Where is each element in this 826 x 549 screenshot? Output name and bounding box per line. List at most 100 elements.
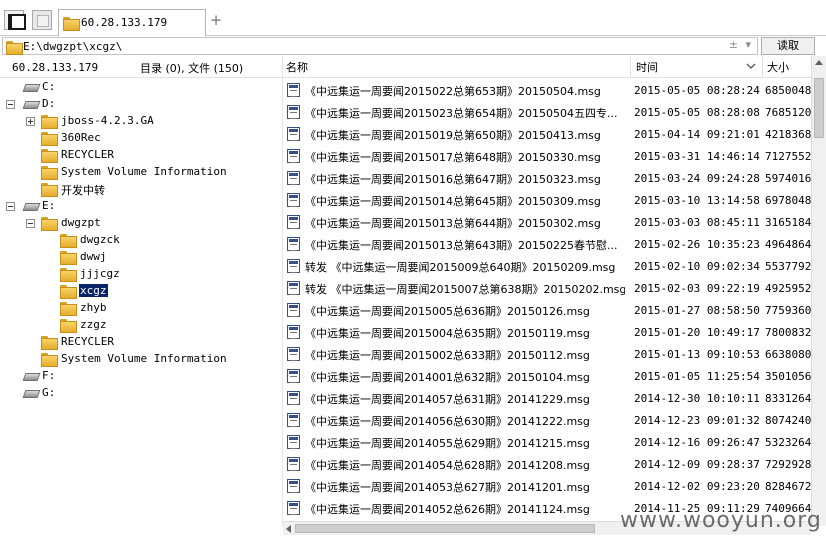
- file-row[interactable]: 《中远集运一周要闻2015002总633期》20150112.msg 2015-0…: [283, 343, 811, 365]
- msg-file-icon: [287, 193, 300, 207]
- msg-file-icon: [287, 391, 300, 405]
- scroll-thumb[interactable]: [814, 78, 824, 138]
- file-size: 7127552: [765, 150, 811, 163]
- file-time: 2015-01-05 11:25:54: [634, 370, 760, 383]
- msg-file-icon: [287, 303, 300, 317]
- file-name: 转发 《中远集运一周要闻2015007总第638期》20150202.msg: [305, 283, 625, 296]
- file-size: 6638080: [765, 348, 811, 361]
- vertical-scrollbar[interactable]: [811, 56, 826, 526]
- file-time: 2015-02-26 10:35:23: [634, 238, 760, 251]
- selected-folder-label: xcgz: [79, 284, 108, 297]
- file-row[interactable]: 《中远集运一周要闻2014057总631期》20141229.msg 2014-1…: [283, 387, 811, 409]
- file-row[interactable]: 转发 《中远集运一周要闻2015007总第638期》20150202.msg 20…: [283, 277, 811, 299]
- file-name: 《中远集运一周要闻2015017总第648期》20150330.msg: [305, 151, 601, 164]
- msg-file-icon: [287, 413, 300, 427]
- file-row[interactable]: 转发 《中远集运一周要闻2015009总640期》20150209.msg 201…: [283, 255, 811, 277]
- msg-file-icon: [287, 457, 300, 471]
- msg-file-icon: [287, 347, 300, 361]
- drive-icon: [24, 371, 38, 381]
- collapse-icon[interactable]: [6, 100, 15, 109]
- file-name: 《中远集运一周要闻2014054总628期》20141208.msg: [305, 459, 590, 472]
- file-size: 7759360: [765, 304, 811, 317]
- file-size: 6978048: [765, 194, 811, 207]
- file-list: 《中远集运一周要闻2015022总第653期》20150504.msg 2015-…: [283, 79, 811, 519]
- msg-file-icon: [287, 105, 300, 119]
- column-time[interactable]: 时间: [636, 59, 658, 75]
- folder-icon: [41, 183, 58, 197]
- collapse-icon[interactable]: [26, 219, 35, 228]
- scroll-thumb[interactable]: [295, 524, 595, 533]
- file-row[interactable]: 《中远集运一周要闻2015016总第647期》20150323.msg 2015-…: [283, 167, 811, 189]
- msg-file-icon: [287, 127, 300, 141]
- msg-file-icon: [287, 435, 300, 449]
- file-time: 2015-01-27 08:58:50: [634, 304, 760, 317]
- expand-icon[interactable]: [26, 117, 35, 126]
- file-size: 3165184: [765, 216, 811, 229]
- scroll-left-icon[interactable]: [286, 525, 291, 533]
- file-name: 《中远集运一周要闻2015004总635期》20150119.msg: [305, 327, 590, 340]
- folder-icon: [6, 41, 23, 55]
- file-row[interactable]: 《中远集运一周要闻2014054总628期》20141208.msg 2014-1…: [283, 453, 811, 475]
- file-row[interactable]: 《中远集运一周要闻2014055总629期》20141215.msg 2014-1…: [283, 431, 811, 453]
- file-row[interactable]: 《中远集运一周要闻2014053总627期》20141201.msg 2014-1…: [283, 475, 811, 497]
- file-time: 2015-03-10 13:14:58: [634, 194, 760, 207]
- address-bar: E:\dwgzpt\xcgz\ ± ▾ 读取: [0, 36, 826, 56]
- new-window-button[interactable]: [32, 10, 52, 30]
- file-time: 2015-05-05 08:28:24: [634, 84, 760, 97]
- toggle-panel-button[interactable]: [4, 10, 26, 30]
- column-separator[interactable]: [630, 56, 631, 78]
- file-name: 《中远集运一周要闻2015005总636期》20150126.msg: [305, 305, 590, 318]
- file-time: 2014-12-02 09:23:20: [634, 480, 760, 493]
- file-row[interactable]: 《中远集运一周要闻2015017总第648期》20150330.msg 2015-…: [283, 145, 811, 167]
- file-time: 2014-12-30 10:10:11: [634, 392, 760, 405]
- file-row[interactable]: 《中远集运一周要闻2015014总第645期》20150309.msg 2015-…: [283, 189, 811, 211]
- file-time: 2015-02-10 09:02:34: [634, 260, 760, 273]
- file-size: 3501056: [765, 370, 811, 383]
- path-input[interactable]: E:\dwgzpt\xcgz\ ± ▾: [2, 37, 758, 55]
- scroll-up-icon[interactable]: [815, 60, 823, 65]
- msg-file-icon: [287, 83, 300, 97]
- column-name[interactable]: 名称: [286, 59, 308, 75]
- file-size: 4925952: [765, 282, 811, 295]
- folder-open-icon: [60, 285, 77, 299]
- file-row[interactable]: 《中远集运一周要闻2014001总632期》20150104.msg 2015-0…: [283, 365, 811, 387]
- tab-server[interactable]: 60.28.133.179: [58, 9, 206, 36]
- file-row[interactable]: 《中远集运一周要闻2014056总630期》20141222.msg 2014-1…: [283, 409, 811, 431]
- file-size: 6850048: [765, 84, 811, 97]
- file-size: 7685120: [765, 106, 811, 119]
- file-row[interactable]: 《中远集运一周要闻2015023总第654期》20150504五四专... 201…: [283, 101, 811, 123]
- file-name: 《中远集运一周要闻2014055总629期》20141215.msg: [305, 437, 590, 450]
- file-row[interactable]: 《中远集运一周要闻2015022总第653期》20150504.msg 2015-…: [283, 79, 811, 101]
- collapse-icon[interactable]: [6, 202, 15, 211]
- msg-file-icon: [287, 171, 300, 185]
- file-size: 5323264: [765, 436, 811, 449]
- file-row[interactable]: 《中远集运一周要闻2015013总第643期》20150225春节慰... 201…: [283, 233, 811, 255]
- folder-icon: [41, 132, 58, 146]
- column-separator[interactable]: [762, 56, 763, 78]
- file-size: 7292928: [765, 458, 811, 471]
- read-button[interactable]: 读取: [761, 37, 815, 55]
- folder-icon: [41, 166, 58, 180]
- msg-file-icon: [287, 259, 300, 273]
- drive-icon: [24, 82, 38, 92]
- file-name: 《中远集运一周要闻2014056总630期》20141222.msg: [305, 415, 590, 428]
- file-row[interactable]: 《中远集运一周要闻2015005总636期》20150126.msg 2015-0…: [283, 299, 811, 321]
- drive-icon: [24, 99, 38, 109]
- folder-icon: [41, 115, 58, 129]
- file-row[interactable]: 《中远集运一周要闻2015013总第644期》20150302.msg 2015-…: [283, 211, 811, 233]
- file-size: 5974016: [765, 172, 811, 185]
- file-row[interactable]: 《中远集运一周要闻2015019总第650期》20150413.msg 2015-…: [283, 123, 811, 145]
- file-name: 《中远集运一周要闻2015023总第654期》20150504五四专...: [305, 107, 618, 120]
- file-time: 2015-03-03 08:45:11: [634, 216, 760, 229]
- msg-file-icon: [287, 237, 300, 251]
- dropdown-icon[interactable]: ± ▾: [729, 38, 753, 51]
- file-size: 8331264: [765, 392, 811, 405]
- column-size[interactable]: 大小: [767, 59, 789, 75]
- file-row[interactable]: 《中远集运一周要闻2015004总635期》20150119.msg 2015-0…: [283, 321, 811, 343]
- file-name: 《中远集运一周要闻2014052总626期》20141124.msg: [305, 503, 590, 516]
- file-size: 4964864: [765, 238, 811, 251]
- file-name: 《中远集运一周要闻2014057总631期》20141229.msg: [305, 393, 590, 406]
- file-name: 转发 《中远集运一周要闻2015009总640期》20150209.msg: [305, 261, 616, 274]
- add-tab-button[interactable]: +: [208, 12, 224, 28]
- file-time: 2015-02-03 09:22:19: [634, 282, 760, 295]
